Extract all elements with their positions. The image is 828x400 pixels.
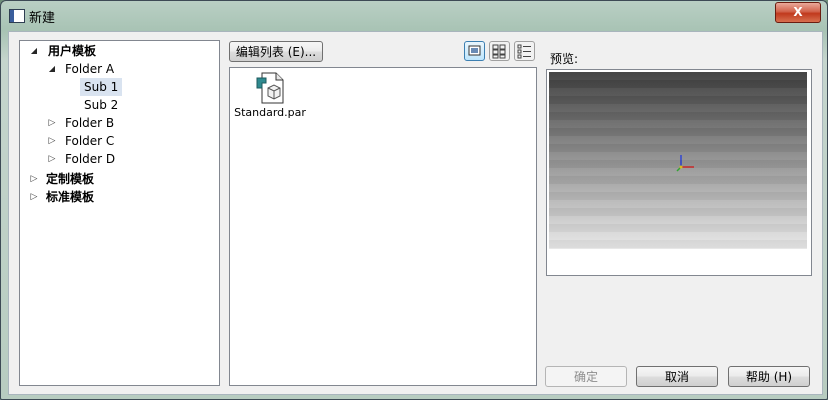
new-dialog-window: 新建 X ◢ 用户模板 ◢ Folder A Sub 1 Sub 2 ▷ Fol… — [0, 0, 828, 400]
tree-item-label: Sub 2 — [84, 98, 119, 112]
small-icon-view-button[interactable] — [489, 41, 510, 61]
tree-item-label: Folder B — [65, 116, 115, 130]
dialog-client-area: ◢ 用户模板 ◢ Folder A Sub 1 Sub 2 ▷ Folder B… — [8, 31, 823, 395]
tree-item-label: 用户模板 — [48, 44, 97, 58]
tree-item-label: Folder C — [65, 134, 115, 148]
collapsed-arrow-icon[interactable]: ▷ — [48, 132, 56, 150]
tree-item-label: 定制模板 — [46, 172, 95, 186]
tree-item-user-templates[interactable]: ◢ 用户模板 — [20, 42, 217, 60]
tree-item-folder-b[interactable]: ▷ Folder B — [20, 114, 217, 132]
template-files-list[interactable]: Standard.par — [229, 67, 537, 386]
collapsed-arrow-icon[interactable]: ▷ — [48, 150, 56, 168]
small-icon-view-icon — [492, 44, 506, 59]
tree-item-sub-2[interactable]: Sub 2 — [20, 96, 217, 114]
preview-label: 预览: — [550, 52, 579, 66]
title-bar[interactable]: 新建 X — [1, 1, 827, 31]
coordinate-axes-icon — [676, 155, 694, 172]
window-icon — [9, 9, 25, 23]
expanded-arrow-icon[interactable]: ◢ — [30, 42, 38, 60]
collapsed-arrow-icon[interactable]: ▷ — [48, 114, 56, 132]
ok-button[interactable]: 确定 — [545, 366, 627, 387]
tree-item-label: 标准模板 — [46, 190, 95, 204]
cancel-button[interactable]: 取消 — [636, 366, 718, 387]
tree-item-standard-templates[interactable]: ▷ 标准模板 — [20, 188, 217, 206]
window-title: 新建 — [29, 11, 56, 26]
tree-item-custom-templates[interactable]: ▷ 定制模板 — [20, 170, 217, 188]
collapsed-arrow-icon[interactable]: ▷ — [30, 188, 38, 206]
collapsed-arrow-icon[interactable]: ▷ — [30, 170, 38, 188]
large-icon-view-button[interactable] — [464, 41, 485, 61]
list-view-icon — [517, 44, 531, 59]
tree-item-label: Folder A — [65, 62, 115, 76]
file-name-label: Standard.par — [234, 106, 306, 119]
tree-item-folder-a[interactable]: ◢ Folder A — [20, 60, 217, 78]
list-view-button[interactable] — [514, 41, 535, 61]
help-button[interactable]: 帮助 (H) — [728, 366, 810, 387]
part-file-icon — [256, 72, 284, 104]
close-button[interactable]: X — [775, 2, 821, 23]
large-icon-view-icon — [468, 45, 481, 56]
preview-canvas — [549, 72, 807, 249]
file-item-standard-par[interactable]: Standard.par — [234, 72, 306, 122]
tree-item-label: Sub 1 — [80, 78, 123, 96]
tree-item-sub-1[interactable]: Sub 1 — [20, 78, 217, 96]
tree-item-folder-c[interactable]: ▷ Folder C — [20, 132, 217, 150]
edit-list-button[interactable]: 编辑列表 (E)... — [229, 41, 323, 62]
tree-item-label: Folder D — [65, 152, 116, 166]
expanded-arrow-icon[interactable]: ◢ — [48, 60, 56, 78]
preview-pane — [546, 69, 812, 276]
template-tree[interactable]: ◢ 用户模板 ◢ Folder A Sub 1 Sub 2 ▷ Folder B… — [19, 40, 220, 386]
tree-item-folder-d[interactable]: ▷ Folder D — [20, 150, 217, 168]
